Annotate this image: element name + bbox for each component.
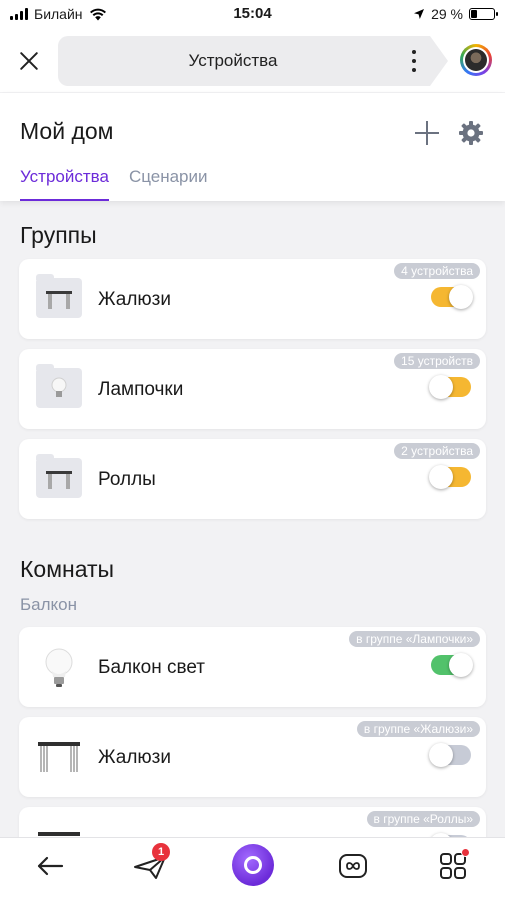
group-name: Жалюзи [98,289,171,310]
rolls-folder-icon [36,454,82,498]
location-arrow-icon [414,9,425,19]
blinds-folder-icon [36,274,82,318]
device-count-badge: 15 устройств [394,353,480,369]
group-card-rolls[interactable]: Роллы 2 устройства [19,439,486,519]
rooms-heading: Комнаты [20,556,115,582]
battery-level [471,10,477,18]
alice-assistant-button[interactable] [232,844,274,886]
group-toggle[interactable] [429,465,471,489]
device-card-blinds[interactable]: Жалюзи в группе «Жалюзи» [19,717,486,797]
add-device-button[interactable] [414,120,440,146]
back-arrow-icon[interactable] [30,846,70,886]
group-card-bulbs[interactable]: Лампочки 15 устройств [19,349,486,429]
close-button[interactable] [14,46,44,76]
bulb-icon [45,648,73,687]
device-count-badge: 2 устройства [394,443,480,459]
url-bar[interactable]: Устройства [58,36,448,86]
status-bar: Билайн 15:04 29 % [0,0,505,30]
device-name: Балкон свет [98,657,206,678]
group-membership-badge: в группе «Лампочки» [349,631,480,647]
battery-icon [469,8,498,20]
group-name: Лампочки [98,379,184,400]
group-membership-badge: в группе «Роллы» [366,811,480,827]
tabs: Устройства Сценарии [20,167,208,201]
tab-devices[interactable]: Устройства [20,167,109,201]
device-name: Жалюзи [98,747,171,768]
group-toggle[interactable] [429,375,471,399]
notification-dot [461,848,470,857]
device-list[interactable]: Группы Жалюзи 4 устройства Лампочки 15 у… [0,201,505,837]
tab-scenarios[interactable]: Сценарии [129,167,208,201]
profile-photo [465,49,487,71]
group-name: Роллы [98,469,156,490]
device-card-rolls[interactable]: в группе «Роллы» [19,807,486,837]
device-toggle[interactable] [431,653,473,677]
browser-top-bar: Устройства [0,30,505,92]
rolls-icon [38,832,80,836]
messages-button[interactable]: 1 [130,843,170,886]
home-header: Мой дом Устройства Сценарии [0,93,505,201]
group-membership-badge: в группе «Жалюзи» [356,721,480,737]
bulb-folder-icon [36,364,82,408]
group-card-blinds[interactable]: Жалюзи 4 устройства [19,259,486,339]
room-name-balcony: Балкон [20,595,78,614]
more-menu-icon[interactable] [412,50,418,72]
bottom-navigation: 1 [0,837,505,897]
alice-icon [244,856,262,874]
notification-count-badge: 1 [152,843,170,861]
avatar[interactable] [460,44,492,76]
groups-heading: Группы [20,222,97,248]
settings-gear-icon[interactable] [458,120,484,146]
device-card-balcony-light[interactable]: Балкон свет в группе «Лампочки» [19,627,486,707]
page-title: Устройства [188,51,278,70]
group-toggle[interactable] [431,285,473,309]
blinds-icon [38,742,80,772]
battery-percent: 29 % [431,6,463,22]
device-count-badge: 4 устройства [394,263,480,279]
device-toggle[interactable] [429,743,471,767]
home-title: Мой дом [20,118,114,144]
infinity-icon[interactable] [333,846,373,886]
services-grid-button[interactable] [433,846,473,886]
